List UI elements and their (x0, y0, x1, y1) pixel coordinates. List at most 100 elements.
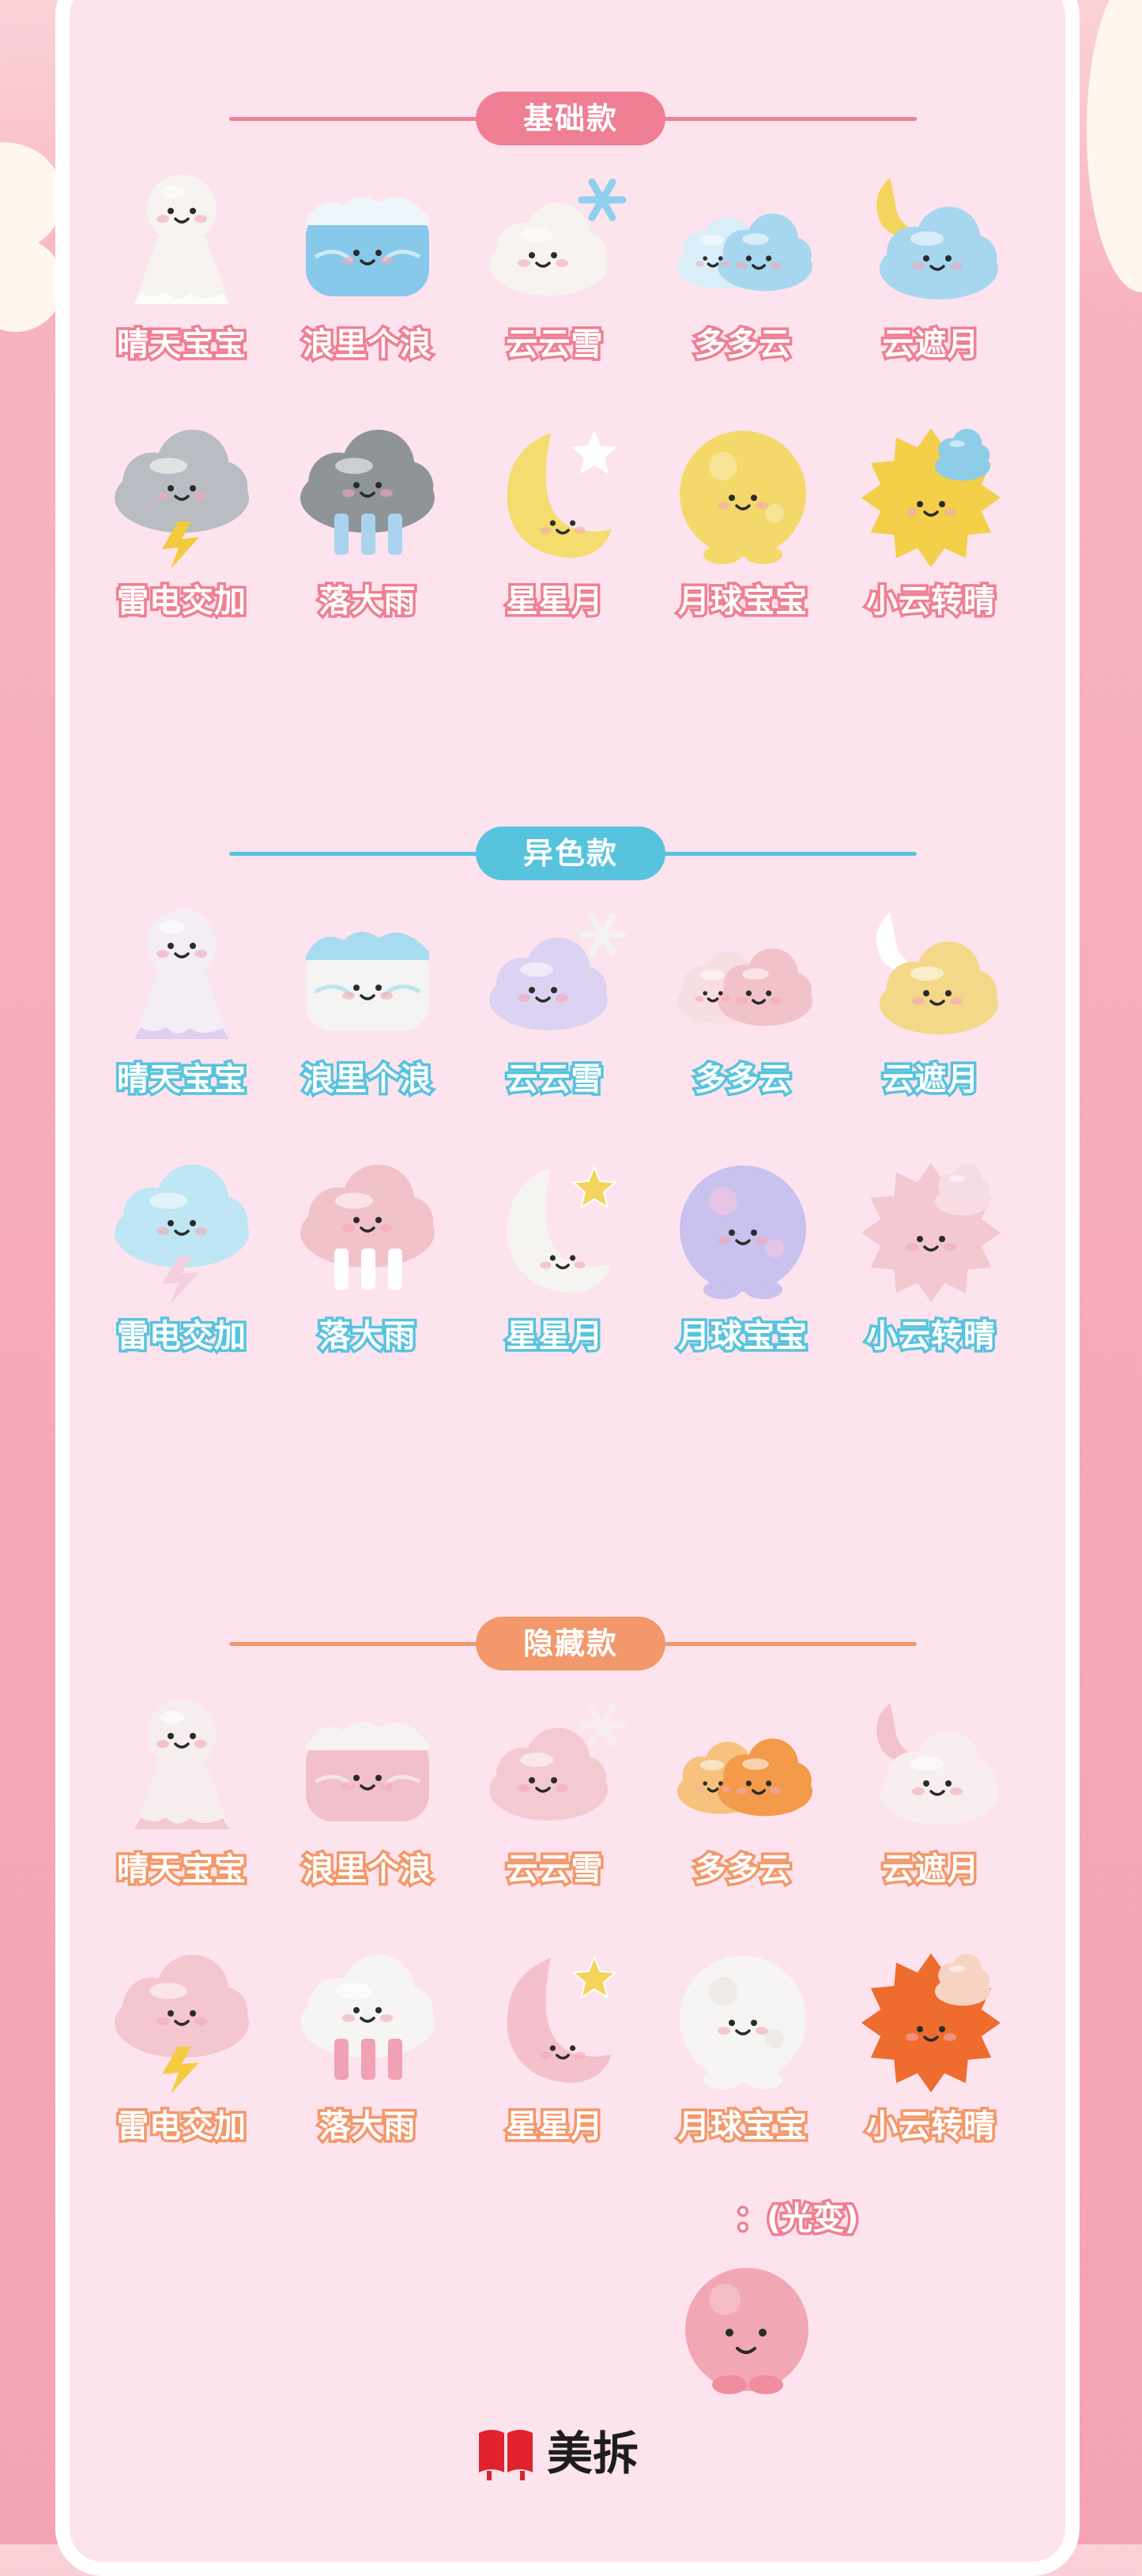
figure-item[interactable]: 落大雨 (277, 419, 458, 656)
figure-item[interactable]: 小云转晴 (840, 1944, 1022, 2181)
figure-label: 浪里个浪 (300, 1059, 435, 1101)
figure-item[interactable]: 落大雨 (277, 1944, 458, 2181)
figure-item[interactable]: 多多云 (652, 897, 834, 1134)
sun-cloud-figure-icon (861, 1953, 1001, 2092)
meichai-logo-icon (479, 2430, 533, 2480)
section-title-hid: 隐藏款 (476, 1617, 665, 1670)
figure-label: 月球宝宝 (676, 581, 810, 623)
figure-label: 月球宝宝 (676, 1316, 810, 1358)
figure-label: 星星月 (503, 1316, 605, 1358)
figure-label: 落大雨 (316, 2106, 418, 2148)
figure-label: 云云雪 (503, 324, 605, 366)
figure-item[interactable]: 浪里个浪 (277, 897, 458, 1134)
figure-label: 星星月 (503, 2106, 605, 2148)
figure-item[interactable]: 云云雪 (464, 1687, 646, 1924)
snow-cloud-figure-icon (489, 178, 627, 296)
figure-label: 小云转晴 (864, 2106, 998, 2148)
figure-label: 星星月 (503, 581, 605, 623)
background-cloud-left (0, 142, 63, 253)
figure-item[interactable]: 云云雪 (464, 897, 646, 1134)
wave-cloud-figure-icon (306, 932, 429, 1031)
rain-cloud-figure-icon (300, 1164, 435, 1290)
figure-label: 晴天宝宝 (115, 324, 249, 366)
figure-item[interactable]: 星星月 (464, 1154, 646, 1391)
figure-label: 浪里个浪 (300, 1849, 435, 1891)
figure-item[interactable]: 浪里个浪 (277, 162, 458, 399)
sunny-doll-figure-icon (134, 1700, 229, 1829)
figure-label: 雷电交加 (115, 1316, 249, 1358)
figure-item[interactable]: 雷电交加 (91, 1944, 273, 2181)
figure-item[interactable]: 月球宝宝 (652, 1944, 834, 2181)
figure-label: 落大雨 (316, 1316, 418, 1358)
figure-label: 云遮月 (880, 1059, 982, 1101)
figure-label: 多多云 (692, 324, 793, 366)
figure-item[interactable]: 晴天宝宝 (91, 162, 273, 399)
figure-item[interactable]: 落大雨 (277, 1154, 458, 1391)
wave-cloud-figure-icon (306, 197, 429, 296)
figure-label: 月球宝宝 (676, 2106, 810, 2148)
snow-cloud-figure-icon (489, 913, 627, 1030)
figure-item[interactable]: 晴天宝宝 (91, 1687, 273, 1924)
figure-label: 云云雪 (503, 1849, 605, 1891)
figure-item[interactable]: 星星月 (464, 1944, 646, 2181)
moon-cloud-figure-icon (876, 913, 998, 1034)
figure-item[interactable]: 星星月 (464, 419, 646, 656)
moon-ball-figure-icon (680, 1956, 806, 2089)
section-header-hid: 隐藏款 (0, 1612, 1142, 1675)
figure-label: 晴天宝宝 (115, 1849, 249, 1891)
snow-cloud-figure-icon (489, 1703, 627, 1821)
figure-item[interactable]: 云遮月 (840, 162, 1022, 399)
star-moon-figure-icon (507, 1165, 618, 1293)
rain-cloud-figure-icon (300, 429, 435, 555)
figure-item[interactable]: 多多云 (652, 162, 834, 399)
figure-label: 浪里个浪 (300, 324, 435, 366)
background-cloud-left-2 (0, 237, 63, 332)
double-cloud-figure-icon (677, 213, 812, 292)
section-divider-left (229, 117, 482, 121)
sun-cloud-figure-icon (861, 428, 1001, 567)
figure-item[interactable]: 雷电交加 (91, 419, 273, 656)
moon-cloud-figure-icon (876, 178, 998, 299)
figure-label: 多多云 (692, 1059, 793, 1101)
figure-label: 雷电交加 (115, 581, 249, 623)
thunder-cloud-figure-icon (115, 1164, 249, 1304)
figure-label: 多多云 (692, 1849, 793, 1891)
figure-item[interactable]: 小云转晴 (840, 419, 1022, 656)
section-divider-right (660, 117, 917, 121)
figure-item[interactable]: 云遮月 (840, 1687, 1022, 1924)
figure-item[interactable]: 月球宝宝 (652, 419, 834, 656)
figure-label: 小云转晴 (864, 581, 998, 623)
section-title-alt: 异色款 (476, 827, 665, 880)
moon-ball-figure-icon (680, 1166, 806, 1299)
figure-item[interactable]: 雷电交加 (91, 1154, 273, 1391)
double-cloud-figure-icon (677, 1738, 812, 1817)
figure-label: 云云雪 (503, 1059, 605, 1101)
figure-item[interactable]: 月球宝宝 (652, 1154, 834, 1391)
figure-label: 云遮月 (880, 1849, 982, 1891)
section-divider-left (229, 1642, 482, 1646)
figure-item[interactable]: 浪里个浪 (277, 1687, 458, 1924)
figure-item[interactable]: 多多云 (652, 1687, 834, 1924)
double-cloud-figure-icon (677, 948, 812, 1026)
sunny-doll-figure-icon (134, 175, 229, 304)
figure-label: 雷电交加 (115, 2106, 249, 2148)
wave-cloud-figure-icon (306, 1722, 429, 1821)
star-moon-figure-icon (507, 1955, 618, 2083)
section-title-basic: 基础款 (476, 92, 665, 145)
figure-item[interactable]: 小云转晴 (840, 1154, 1022, 1391)
figure-item[interactable]: 云遮月 (840, 897, 1022, 1134)
moon-ball-figure-icon (680, 431, 806, 564)
thunder-cloud-figure-icon (115, 1954, 249, 2094)
figure-label: 云遮月 (880, 324, 982, 366)
sunny-doll-figure-icon (134, 910, 229, 1039)
figure-label: 晴天宝宝 (115, 1059, 249, 1101)
moon-cloud-figure-icon (876, 1703, 998, 1825)
section-divider-right (660, 852, 917, 856)
figure-label: 落大雨 (316, 581, 418, 623)
figure-item[interactable]: 晴天宝宝 (91, 897, 273, 1134)
figure-item[interactable]: 云云雪 (464, 162, 646, 399)
section-divider-right (660, 1642, 917, 1646)
figure-label: 小云转晴 (864, 1316, 998, 1358)
light-change-moon-ball-figure-icon (685, 2268, 808, 2394)
thunder-cloud-figure-icon (115, 429, 249, 569)
